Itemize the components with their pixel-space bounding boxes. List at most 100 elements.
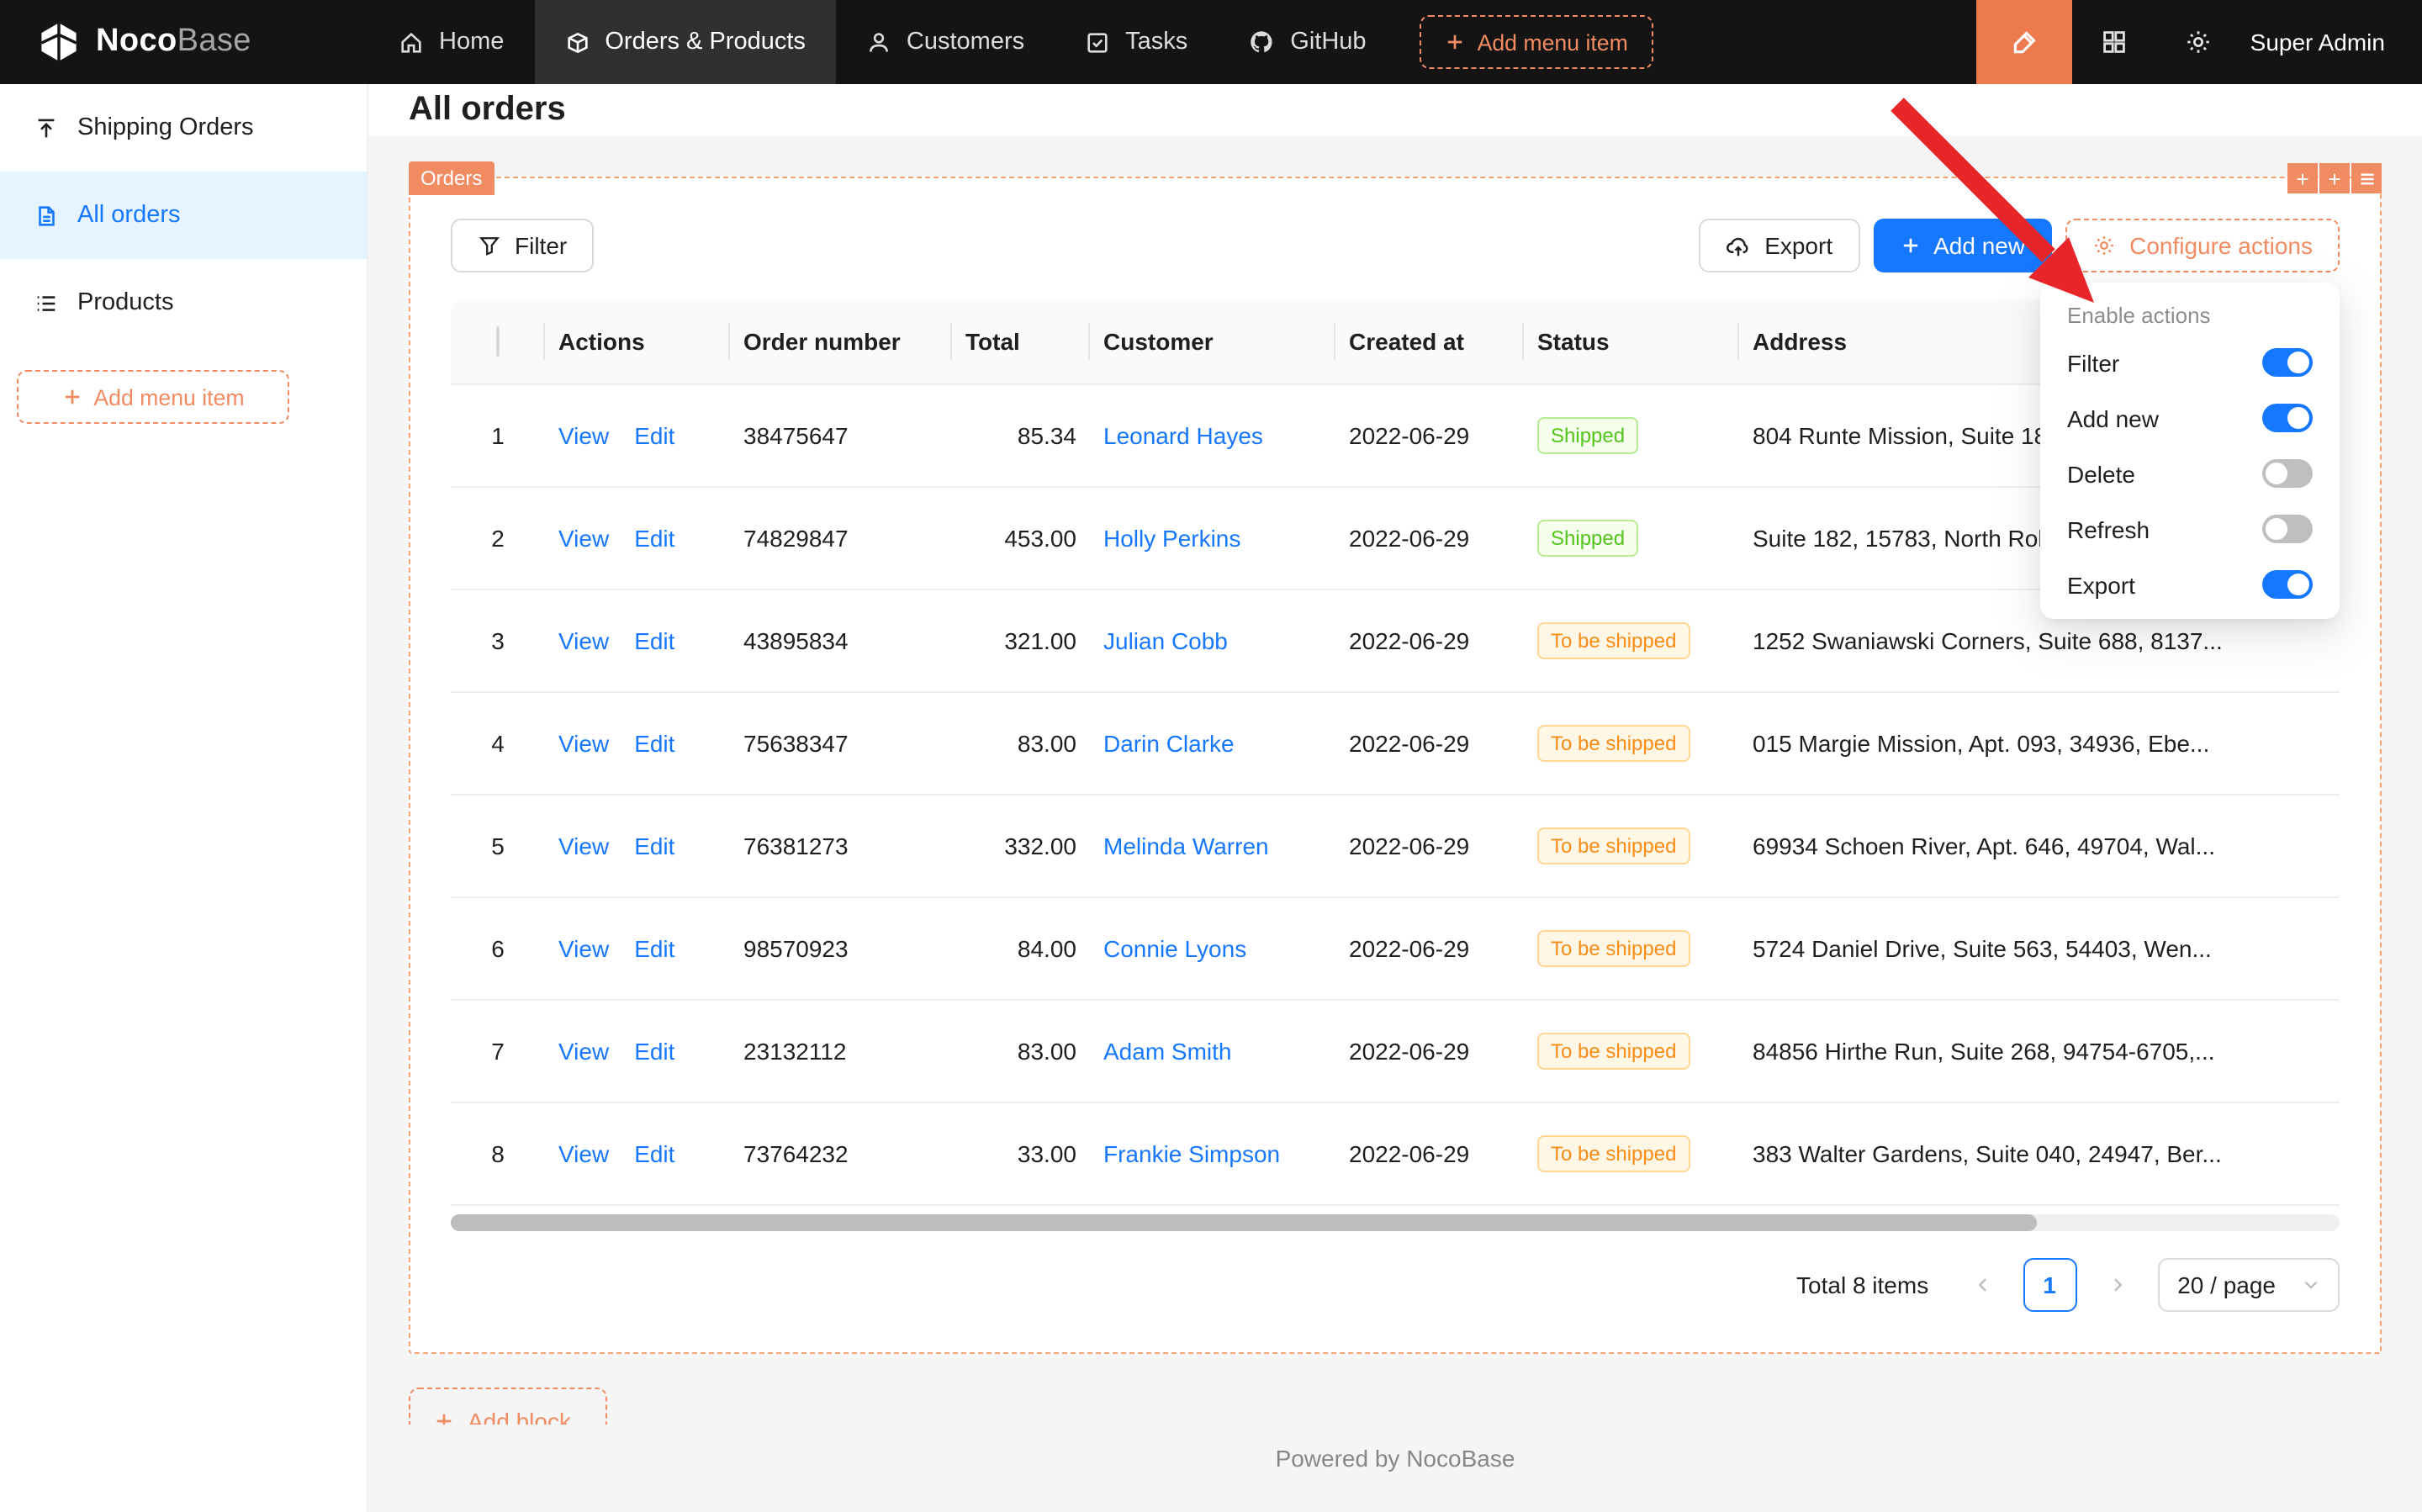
filter-toggle[interactable] — [2262, 348, 2313, 377]
cell-address: 383 Walter Gardens, Suite 040, 24947, Be… — [1739, 1102, 2340, 1205]
refresh-toggle[interactable] — [2262, 515, 2313, 543]
sidebar-item-products[interactable]: Products — [0, 259, 367, 346]
scrollbar-thumb[interactable] — [451, 1214, 2038, 1231]
filter-button[interactable]: Filter — [451, 219, 594, 272]
view-link[interactable]: View — [558, 935, 609, 962]
view-link[interactable]: View — [558, 833, 609, 859]
edit-link[interactable]: Edit — [634, 422, 674, 449]
dropdown-header: Enable actions — [2047, 289, 2333, 335]
switch-knob — [2287, 407, 2309, 429]
customer-link[interactable]: Connie Lyons — [1103, 935, 1246, 962]
edit-link[interactable]: Edit — [634, 730, 674, 757]
customer-link[interactable]: Melinda Warren — [1103, 833, 1269, 859]
sidebar-item-label: Products — [77, 289, 173, 316]
dropdown-item-refresh[interactable]: Refresh — [2047, 501, 2333, 557]
view-link[interactable]: View — [558, 525, 609, 552]
configure-actions-button[interactable]: Configure actions — [2065, 219, 2340, 272]
sidebar-item-shipping-orders[interactable]: Shipping Orders — [0, 84, 367, 172]
edit-link[interactable]: Edit — [634, 935, 674, 962]
settings-button[interactable] — [2156, 0, 2240, 84]
add-menu-item-button-sidebar[interactable]: Add menu item — [17, 370, 289, 424]
customer-link[interactable]: Leonard Hayes — [1103, 422, 1263, 449]
customer-link[interactable]: Adam Smith — [1103, 1038, 1232, 1065]
view-link[interactable]: View — [558, 422, 609, 449]
row-actions: View Edit — [545, 384, 730, 487]
export-button[interactable]: Export — [1699, 219, 1859, 272]
top-navbar: NocoBase Home Orders & Products Customer… — [0, 0, 2422, 84]
add-row-above-icon[interactable]: + — [2287, 163, 2318, 193]
nav-item-github[interactable]: GitHub — [1218, 0, 1396, 84]
edit-link[interactable]: Edit — [634, 833, 674, 859]
brand-logo[interactable]: NocoBase — [0, 20, 368, 64]
edit-link[interactable]: Edit — [634, 1140, 674, 1167]
nav-item-label: Customers — [907, 29, 1024, 56]
row-index: 3 — [451, 589, 545, 692]
select-all-checkbox[interactable] — [496, 326, 500, 357]
plus-icon — [434, 1411, 454, 1425]
add-block-label: Add block — [468, 1408, 571, 1425]
cell-created-at: 2022-06-29 — [1335, 1102, 1524, 1205]
dropdown-item-export[interactable]: Export — [2047, 557, 2333, 612]
table-row: 5 ViewEdit 76381273 332.00 Melinda Warre… — [451, 795, 2340, 897]
cell-order-number: 76381273 — [730, 795, 952, 897]
page-number-button[interactable]: 1 — [2023, 1258, 2076, 1312]
switch-knob — [2287, 352, 2309, 373]
add-row-below-icon[interactable]: + — [2319, 163, 2350, 193]
cell-order-number: 74829847 — [730, 487, 952, 589]
edit-link[interactable]: Edit — [634, 1038, 674, 1065]
main: All orders Orders + + Filter — [368, 84, 2422, 1512]
nav-item-orders-products[interactable]: Orders & Products — [534, 0, 836, 84]
cell-address: 5724 Daniel Drive, Suite 563, 54403, Wen… — [1739, 897, 2340, 1000]
add-new-button-label: Add new — [1933, 232, 2025, 259]
customer-link[interactable]: Darin Clarke — [1103, 730, 1235, 757]
prev-page-button[interactable] — [1955, 1258, 2009, 1312]
edit-link[interactable]: Edit — [634, 525, 674, 552]
export-toggle[interactable] — [2262, 570, 2313, 599]
row-index: 6 — [451, 897, 545, 1000]
view-link[interactable]: View — [558, 627, 609, 654]
customer-link[interactable]: Frankie Simpson — [1103, 1140, 1280, 1167]
add-new-toggle[interactable] — [2262, 404, 2313, 432]
cell-status: To be shipped — [1524, 1000, 1739, 1102]
sidebar-item-all-orders[interactable]: All orders — [0, 172, 367, 259]
next-page-button[interactable] — [2090, 1258, 2144, 1312]
add-menu-item-label: Add menu item — [93, 384, 244, 410]
cell-address: 84856 Hirthe Run, Suite 268, 94754-6705,… — [1739, 1000, 2340, 1102]
add-new-button[interactable]: Add new — [1873, 219, 2052, 272]
nav-item-customers[interactable]: Customers — [836, 0, 1055, 84]
cell-order-number: 98570923 — [730, 897, 952, 1000]
view-link[interactable]: View — [558, 1140, 609, 1167]
block-menu-icon[interactable] — [2351, 163, 2382, 193]
user-menu[interactable]: Super Admin — [2240, 29, 2422, 56]
status-badge: To be shipped — [1537, 930, 1690, 967]
delete-toggle[interactable] — [2262, 459, 2313, 488]
plugin-manager-button[interactable] — [2072, 0, 2156, 84]
nav-item-home[interactable]: Home — [368, 0, 534, 84]
cell-created-at: 2022-06-29 — [1335, 1000, 1524, 1102]
row-actions: View Edit — [545, 897, 730, 1000]
horizontal-scrollbar — [451, 1214, 2340, 1231]
plus-icon — [1446, 32, 1466, 52]
page-icon — [34, 203, 59, 228]
dropdown-item-filter[interactable]: Filter — [2047, 335, 2333, 390]
dropdown-item-add-new[interactable]: Add new — [2047, 390, 2333, 446]
edit-link[interactable]: Edit — [634, 627, 674, 654]
view-link[interactable]: View — [558, 730, 609, 757]
add-block-button[interactable]: Add block — [409, 1388, 607, 1425]
cell-status: To be shipped — [1524, 897, 1739, 1000]
status-badge: Shipped — [1537, 417, 1638, 454]
configure-actions-label: Configure actions — [2129, 232, 2313, 259]
dropdown-item-delete[interactable]: Delete — [2047, 446, 2333, 501]
page-size-select[interactable]: 20 / page — [2157, 1258, 2340, 1312]
cell-total: 84.00 — [952, 897, 1090, 1000]
gear-icon — [2185, 29, 2212, 56]
sidebar-item-label: All orders — [77, 202, 181, 229]
nav-item-tasks[interactable]: Tasks — [1055, 0, 1218, 84]
status-badge: To be shipped — [1537, 725, 1690, 762]
enable-actions-dropdown: Enable actions Filter Add new Delete — [2040, 283, 2340, 619]
add-menu-item-button-topnav[interactable]: Add menu item — [1420, 15, 1653, 69]
view-link[interactable]: View — [558, 1038, 609, 1065]
customer-link[interactable]: Julian Cobb — [1103, 627, 1228, 654]
customer-link[interactable]: Holly Perkins — [1103, 525, 1240, 552]
ui-editor-button[interactable] — [1976, 0, 2072, 84]
